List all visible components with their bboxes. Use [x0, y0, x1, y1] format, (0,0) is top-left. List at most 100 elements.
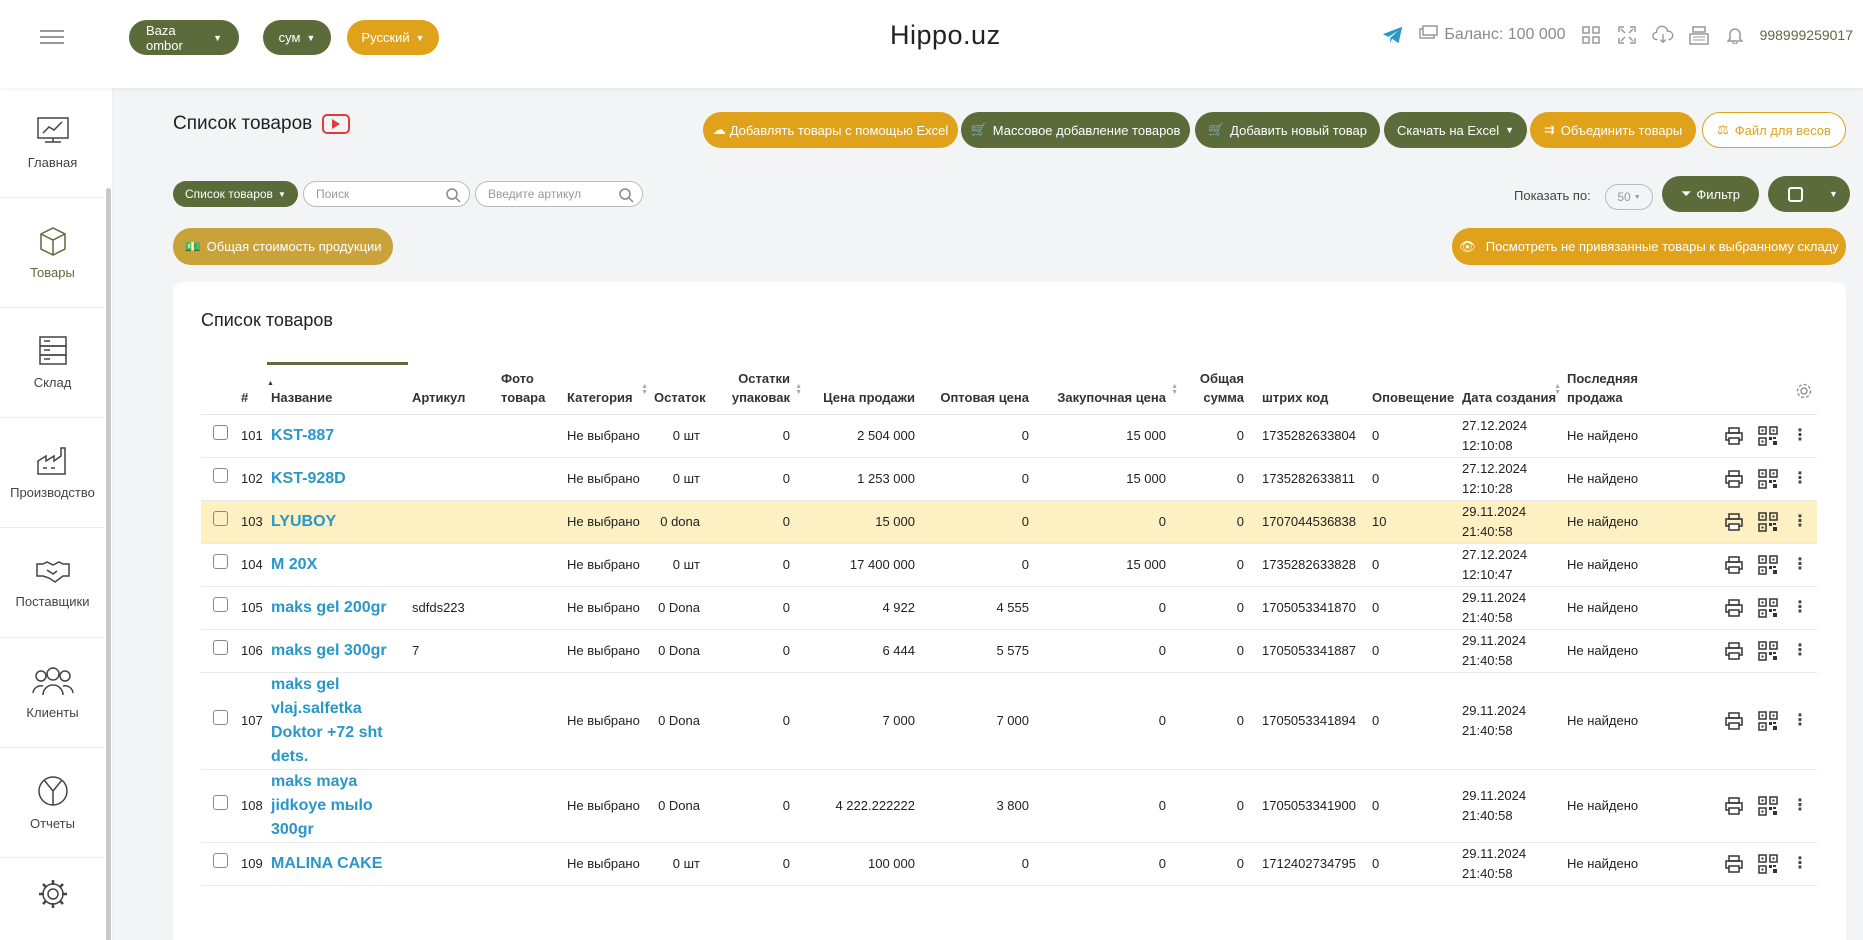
print-icon[interactable] [1724, 711, 1744, 731]
col-category[interactable]: Категория ▲ ▼ [563, 362, 650, 415]
more-options-icon[interactable]: ⋮ [1792, 510, 1808, 534]
search-input[interactable]: Поиск [303, 181, 470, 207]
col-created[interactable]: Дата создания ▲ ▼ [1458, 362, 1563, 415]
qr-code-icon[interactable] [1758, 468, 1778, 489]
row-checkbox[interactable] [213, 853, 228, 869]
col-settings[interactable] [1693, 362, 1817, 415]
row-photo [497, 500, 563, 544]
language-select[interactable]: Русский ▼ [347, 20, 439, 55]
sidebar-item-clients[interactable]: Клиенты [0, 638, 105, 748]
qr-code-icon[interactable] [1758, 710, 1778, 731]
row-num: 106 [237, 629, 267, 673]
product-name-link[interactable]: maks maya jidkoye mыlo 300gr [271, 770, 404, 842]
article-input[interactable]: Введите артикул [475, 181, 643, 207]
row-created: 29.11.2024 21:40:58 [1458, 500, 1563, 544]
sidebar-item-home[interactable]: Главная [0, 88, 105, 198]
grid-apps-icon[interactable] [1580, 24, 1602, 46]
row-checkbox[interactable] [213, 511, 228, 527]
search-icon[interactable] [618, 187, 634, 203]
col-purchase[interactable]: Закупочная цена ▲ ▼ [1043, 362, 1180, 415]
more-options-icon[interactable]: ⋮ [1792, 596, 1808, 620]
unlinked-products-button[interactable]: 👁 Посмотреть не привязанные товары к выбр… [1452, 228, 1846, 265]
filter-button[interactable]: ⏷ Фильтр [1662, 176, 1759, 212]
add-new-product-button[interactable]: 🛒 Добавить новый товар [1195, 112, 1380, 148]
sidebar-scrollbar[interactable] [106, 188, 111, 940]
print-icon[interactable] [1724, 796, 1744, 816]
fullscreen-icon[interactable] [1616, 24, 1638, 46]
product-name-link[interactable]: MALINA CAKE [271, 852, 404, 876]
product-name-link[interactable]: maks gel vlaj.salfetka Doktor +72 sht de… [271, 673, 404, 769]
row-checkbox[interactable] [213, 597, 228, 613]
qr-code-icon[interactable] [1758, 511, 1778, 532]
product-name-link[interactable]: maks gel 200gr [271, 596, 404, 620]
sidebar-item-production[interactable]: Производство [0, 418, 105, 528]
balance-display[interactable]: Баланс: 100 000 [1418, 24, 1566, 46]
row-checkbox[interactable] [213, 425, 228, 441]
list-select-dropdown[interactable]: Список товаров ▼ [173, 181, 298, 207]
print-icon[interactable] [1724, 469, 1744, 489]
row-checkbox[interactable] [213, 468, 228, 484]
col-name[interactable]: ▲ Название [267, 362, 408, 415]
bulk-add-button[interactable]: 🛒 Массовое добавление товаров [961, 112, 1190, 148]
column-select-button[interactable]: ▼ [1768, 176, 1850, 212]
product-name-link[interactable]: KST-928D [271, 467, 404, 491]
qr-code-icon[interactable] [1758, 554, 1778, 575]
qr-code-icon[interactable] [1758, 640, 1778, 661]
sidebar-item-products[interactable]: Товары [0, 198, 105, 308]
more-options-icon[interactable]: ⋮ [1792, 553, 1808, 577]
page-size-select[interactable]: 50 ▼ [1605, 184, 1653, 210]
qr-code-icon[interactable] [1758, 597, 1778, 618]
print-icon[interactable] [1724, 598, 1744, 618]
more-options-icon[interactable]: ⋮ [1792, 709, 1808, 733]
more-options-icon[interactable]: ⋮ [1792, 794, 1808, 818]
gear-icon[interactable] [1795, 382, 1813, 400]
row-pack-stock: 0 [714, 457, 804, 501]
product-name-link[interactable]: M 20X [271, 553, 404, 577]
print-icon[interactable] [1724, 426, 1744, 446]
qr-code-icon[interactable] [1758, 425, 1778, 446]
merge-products-button[interactable]: ⇉ Объединить товары [1530, 112, 1696, 148]
row-select-cell [201, 500, 237, 544]
row-checkbox[interactable] [213, 554, 228, 570]
cloud-download-icon[interactable] [1651, 24, 1674, 46]
sidebar-item-suppliers[interactable]: Поставщики [0, 528, 105, 638]
download-excel-button[interactable]: Скачать на Excel ▼ [1384, 112, 1527, 148]
product-name-link[interactable]: maks gel 300gr [271, 639, 404, 663]
more-options-icon[interactable]: ⋮ [1792, 424, 1808, 448]
cash-register-icon[interactable] [1688, 24, 1710, 46]
sidebar-item-reports[interactable]: Отчеты [0, 748, 105, 858]
more-options-icon[interactable]: ⋮ [1792, 639, 1808, 663]
user-phone[interactable]: 998999259017 [1760, 27, 1853, 43]
table-row: 106 maks gel 300gr 7 Не выбрано 0 Dona 0… [201, 629, 1817, 673]
product-name-link[interactable]: KST-887 [271, 424, 404, 448]
row-checkbox[interactable] [213, 640, 228, 656]
menu-toggle-icon[interactable] [40, 30, 64, 46]
print-icon[interactable] [1724, 641, 1744, 661]
row-checkbox[interactable] [213, 795, 228, 811]
telegram-icon[interactable] [1382, 24, 1404, 46]
sidebar-item-warehouse[interactable]: Склад [0, 308, 105, 418]
row-select-cell [201, 672, 237, 770]
row-checkbox[interactable] [213, 710, 228, 726]
youtube-icon[interactable] [322, 114, 351, 134]
scales-file-button[interactable]: ⚖ Файл для весов [1702, 112, 1846, 148]
print-icon[interactable] [1724, 512, 1744, 532]
product-name-link[interactable]: LYUBOY [271, 510, 404, 534]
currency-select[interactable]: сум ▼ [263, 20, 331, 55]
print-icon[interactable] [1724, 854, 1744, 874]
col-pack-stock[interactable]: Остатки упаковак ▲ ▼ [714, 362, 804, 415]
bell-icon[interactable] [1724, 24, 1746, 46]
more-options-icon[interactable]: ⋮ [1792, 467, 1808, 491]
total-cost-button[interactable]: 💵 Общая стоимость продукции [173, 228, 393, 265]
row-photo [497, 672, 563, 770]
more-options-icon[interactable]: ⋮ [1792, 852, 1808, 876]
warehouse-select[interactable]: Baza ombor ▼ [129, 20, 239, 55]
qr-code-icon[interactable] [1758, 853, 1778, 874]
print-icon[interactable] [1724, 555, 1744, 575]
qr-code-icon[interactable] [1758, 795, 1778, 816]
search-icon[interactable] [445, 187, 461, 203]
row-alert: 0 [1368, 414, 1458, 458]
add-products-excel-button[interactable]: ☁ Добавлять товары с помощью Excel [703, 112, 958, 148]
sidebar-item-settings[interactable] [0, 858, 105, 938]
row-stock: 0 Dona [650, 672, 714, 770]
